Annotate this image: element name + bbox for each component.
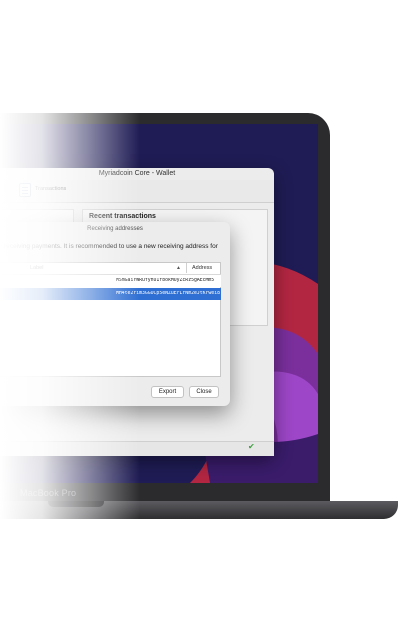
wallet-status-bar xyxy=(0,441,274,456)
wallet-window-title: Myriadcoin Core - Wallet xyxy=(98,170,176,177)
sort-ascending-icon[interactable]: ▲ xyxy=(176,265,181,271)
sync-check-icon: ✔ xyxy=(248,442,255,451)
dialog-title: Receiving addresses xyxy=(87,226,143,232)
address-cell[interactable]: MH4te2rim3GGUCp5eNZuErLrNm2eJtKrwei8 xyxy=(116,291,220,296)
transactions-icon[interactable] xyxy=(19,183,31,197)
laptop-brand: MacBook Pro xyxy=(20,488,77,498)
transactions-tab-label[interactable]: Transactions xyxy=(35,186,66,192)
column-divider xyxy=(186,263,187,273)
column-header-label[interactable]: Label xyxy=(30,265,43,271)
close-button[interactable]: Close xyxy=(189,386,219,398)
laptop-notch xyxy=(48,501,104,507)
export-button[interactable]: Export xyxy=(151,386,184,398)
recent-transactions-heading: Recent transactions xyxy=(89,213,156,220)
toolbar-chevron-icon[interactable]: › xyxy=(4,186,6,192)
address-cell[interactable]: MSmGaiYWRufyhU1fbokMUyZcRz5gAEcMm5 xyxy=(116,278,220,283)
column-header-address[interactable]: Address xyxy=(192,265,212,271)
dialog-description: receiving payments. It is recommended to… xyxy=(4,243,218,250)
